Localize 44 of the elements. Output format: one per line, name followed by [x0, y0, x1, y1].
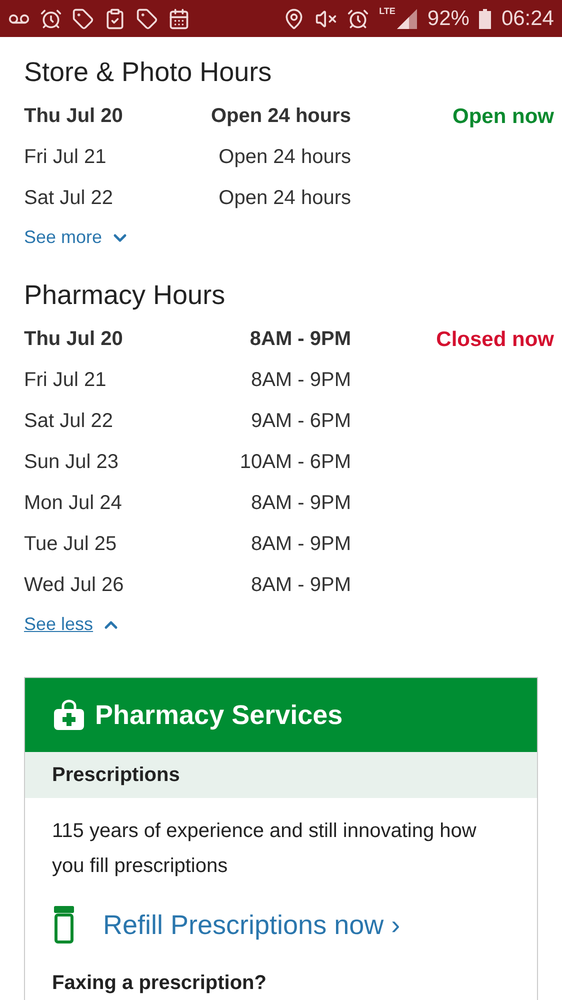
day: Sat Jul 22 — [24, 410, 164, 433]
hours: 8AM - 9PM — [250, 492, 351, 515]
day: Fri Jul 21 — [24, 146, 164, 169]
signal-icon — [397, 8, 418, 28]
see-more-link[interactable]: See less — [24, 614, 122, 635]
day: Thu Jul 20 — [24, 328, 164, 351]
day: Fri Jul 21 — [24, 369, 164, 392]
calendar-icon — [168, 8, 190, 30]
section-heading: Faxing a prescription? — [52, 972, 268, 995]
battery-level: 92% — [427, 6, 470, 30]
alarm-icon — [347, 8, 370, 30]
pill-bottle-icon — [53, 906, 75, 944]
alarm-icon — [40, 8, 62, 30]
hours: 8AM - 9PM — [250, 533, 351, 556]
day: Thu Jul 20 — [24, 105, 164, 128]
open-status: Open now — [452, 104, 554, 128]
hours: 8AM - 9PM — [250, 574, 351, 597]
medical-bag-icon — [53, 699, 85, 731]
hours: Open 24 hours — [210, 105, 351, 128]
hours: 9AM - 6PM — [250, 410, 351, 433]
refill-link[interactable]: Refill Prescriptions now › — [103, 910, 400, 940]
hours: 8AM - 9PM — [248, 328, 351, 351]
hours: 8AM - 9PM — [250, 369, 351, 392]
day: Wed Jul 26 — [24, 574, 164, 597]
hours: Open 24 hours — [218, 146, 351, 169]
day: Tue Jul 25 — [24, 533, 164, 556]
network-type: LTE — [379, 6, 396, 16]
hours: Open 24 hours — [218, 187, 351, 210]
section-title: Pharmacy Hours — [24, 280, 226, 311]
tag-icon — [72, 8, 94, 30]
clipboard-check-icon — [104, 8, 126, 30]
see-more-link[interactable]: See more — [24, 227, 130, 248]
clock: 06:24 — [501, 6, 554, 30]
subheading: Prescriptions — [25, 752, 537, 798]
card-title: Pharmacy Services — [95, 700, 343, 730]
hours: 10AM - 6PM — [238, 451, 351, 474]
day: Sat Jul 22 — [24, 187, 164, 210]
open-status: Closed now — [435, 328, 554, 352]
battery-icon — [479, 8, 492, 28]
day: Sun Jul 23 — [24, 451, 164, 474]
day: Mon Jul 24 — [24, 492, 164, 515]
section-title: Store & Photo Hours — [24, 57, 273, 88]
description: 115 years of experience and still innovating how you fill prescriptions — [52, 819, 478, 879]
tag-icon — [136, 8, 158, 30]
